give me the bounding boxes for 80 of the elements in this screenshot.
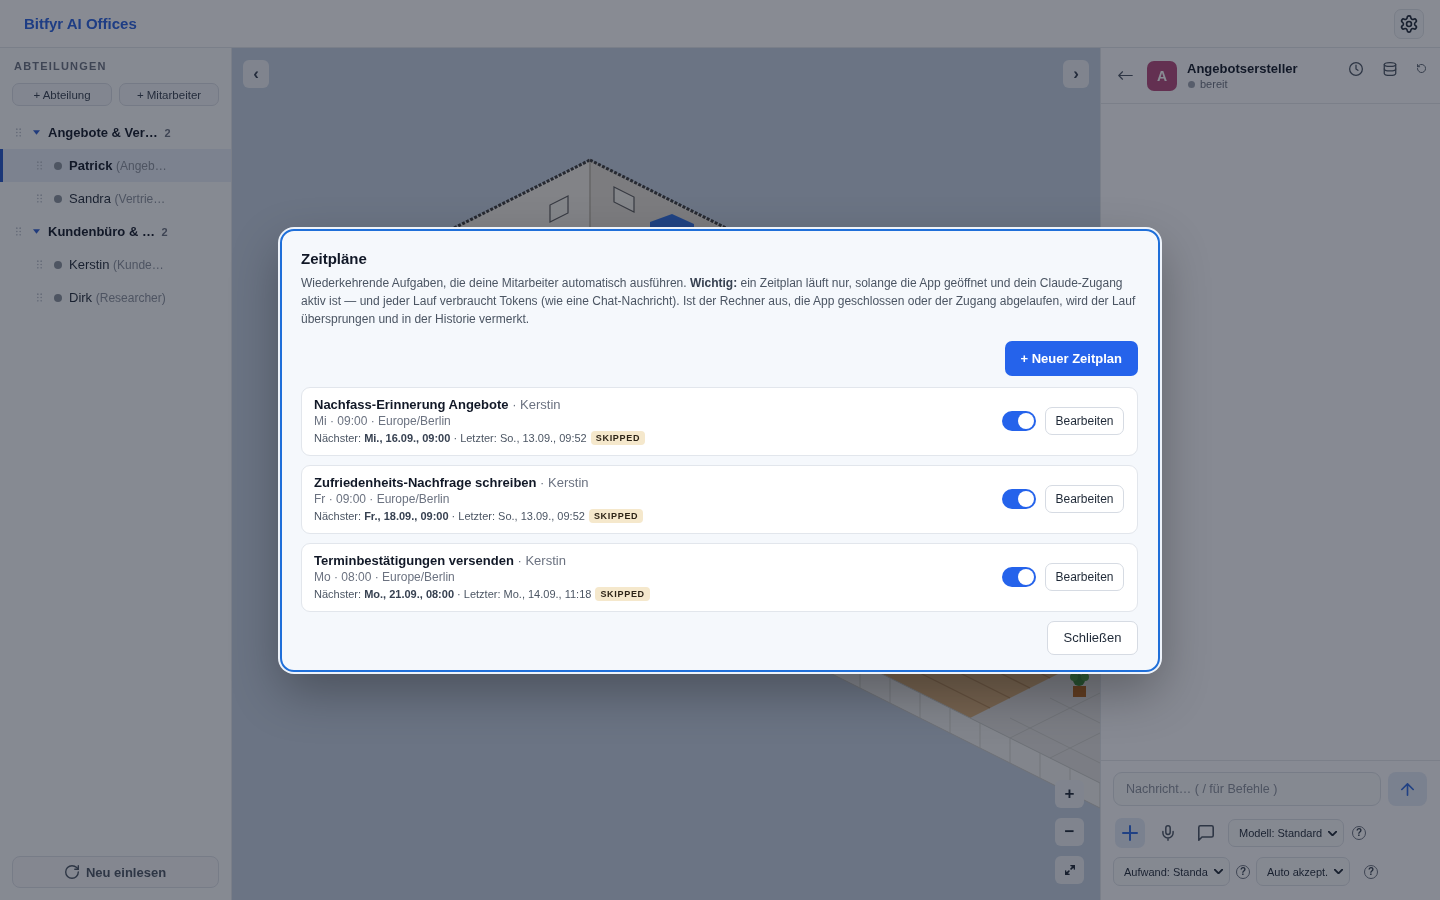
enable-toggle[interactable] — [1002, 567, 1036, 587]
settings-icon — [1400, 14, 1418, 33]
dialog-description: Wiederkehrende Aufgaben, die deine Mitarbeiter automatisch ausführen. Wichtig: ein Zeitplan läuft nur, solange die App geöffnet und dein Claude-Zugang aktiv ist — und jeder Lauf verbraucht Tokens (wie eine Chat-Nachricht). Ist der Rechner aus, die App geschlossen oder der Zugang abgelaufen, wird der Lauf übersprungen und in der Historie vermerkt. — [301, 274, 1137, 328]
enable-toggle[interactable] — [1002, 411, 1036, 431]
zoom-in-button[interactable]: + — [1055, 780, 1084, 808]
potted-plant — [1070, 673, 1089, 697]
dialog-title: Zeitpläne — [301, 248, 368, 269]
section-heading: ABTEILUNGEN — [13, 59, 108, 73]
chevron-down-icon — [1334, 869, 1343, 874]
new-schedule-button[interactable]: + Neuer Zeitplan — [1004, 340, 1138, 376]
close-button[interactable]: Schließen — [1047, 620, 1138, 655]
schedule-time: Mo · 08:00 · Europe/Berlin — [314, 568, 456, 585]
schedule-title: Zufriedenheits-Nachfrage schreiben · Kerstin — [314, 473, 590, 491]
settings-button[interactable] — [1394, 8, 1424, 39]
fit-view-button[interactable] — [1055, 856, 1084, 884]
drag-handle-icon — [37, 194, 42, 203]
send-button[interactable] — [1388, 772, 1427, 806]
enable-toggle[interactable] — [1002, 489, 1036, 509]
help-button[interactable]: ? — [1236, 864, 1250, 879]
agent-avatar: A — [1147, 60, 1177, 91]
expand-icon — [1064, 865, 1075, 875]
status-dot-icon — [54, 161, 62, 170]
reload-button[interactable]: Neu einlesen — [12, 856, 219, 888]
add-button[interactable] — [1115, 818, 1145, 848]
status-dot-icon — [1188, 80, 1195, 88]
model-select[interactable]: Modell: Standard — [1228, 819, 1344, 847]
refresh-icon — [64, 865, 79, 879]
history-button[interactable] — [1349, 61, 1363, 76]
agent-status: bereit — [1200, 78, 1228, 90]
database-button[interactable] — [1383, 61, 1397, 76]
employee-item[interactable]: Sandra (Vertrie… — [0, 182, 231, 215]
refresh-icon — [1417, 64, 1426, 73]
status-badge: SKIPPED — [590, 430, 646, 445]
chevron-down-icon — [1214, 869, 1223, 874]
schedule-title: Terminbestätigungen versenden · Kerstin — [314, 551, 567, 569]
status-dot-icon — [54, 194, 62, 203]
schedule-runs: Nächster: Mi., 16.09., 09:00 · Letzter: So., 13.09., 09:52 — [314, 431, 587, 444]
wall-picture — [549, 195, 569, 223]
app-title: Bitfyr AI Offices — [24, 15, 137, 32]
department-item[interactable]: Angebote & Ver… 2 — [0, 116, 231, 149]
back-arrow-icon — [1118, 71, 1133, 80]
back-button[interactable] — [1118, 71, 1133, 80]
status-badge: SKIPPED — [595, 586, 650, 601]
microphone-icon — [1160, 825, 1176, 841]
schedule-runs: Nächster: Fr., 18.09., 09:00 · Letzter: So., 13.09., 09:52 — [314, 509, 585, 522]
edit-button[interactable]: Bearbeiten — [1045, 563, 1124, 591]
drag-handle-icon — [37, 260, 42, 269]
help-button[interactable]: ? — [1364, 864, 1378, 879]
effort-select[interactable]: Aufwand: Standa — [1113, 857, 1230, 886]
chat-bubble-icon — [1198, 825, 1214, 841]
status-dot-icon — [54, 260, 62, 269]
add-employee-button[interactable]: + Mitarbeiter — [119, 83, 219, 106]
schedule-time: Mi · 09:00 · Europe/Berlin — [314, 412, 452, 429]
schedule-runs: Nächster: Mo., 21.09., 08:00 · Letzter: Mo., 14.09., 11:18 — [314, 587, 592, 600]
status-dot-icon — [54, 293, 62, 302]
wall-picture — [613, 186, 635, 213]
help-button[interactable]: ? — [1352, 826, 1366, 840]
schedule-time: Fr · 09:00 · Europe/Berlin — [314, 490, 451, 507]
agent-name: Angebotsersteller — [1187, 61, 1298, 77]
employee-item[interactable]: Dirk (Researcher) — [0, 281, 231, 314]
zoom-out-button[interactable]: − — [1055, 818, 1084, 846]
drag-handle-icon — [16, 227, 21, 236]
status-badge: SKIPPED — [588, 508, 644, 523]
previous-button[interactable]: ‹ — [243, 60, 269, 88]
next-button[interactable]: › — [1063, 60, 1089, 88]
employee-item[interactable]: Kerstin (Kunde… — [0, 248, 231, 281]
add-department-button[interactable]: + Abteilung — [12, 83, 112, 106]
database-icon — [1383, 61, 1397, 76]
plus-icon — [1122, 825, 1138, 841]
department-item[interactable]: Kundenbüro & … 2 — [0, 215, 231, 248]
reset-button[interactable] — [1417, 64, 1426, 73]
chevron-down-icon — [1328, 830, 1337, 836]
approval-select[interactable]: Auto akzept. — [1256, 857, 1350, 886]
edit-button[interactable]: Bearbeiten — [1045, 407, 1124, 435]
clock-icon — [1349, 61, 1363, 76]
schedule-title: Nachfass-Erinnerung Angebote · Kerstin — [314, 395, 562, 413]
drag-handle-icon — [37, 293, 42, 302]
arrow-up-icon — [1401, 782, 1414, 796]
drag-handle-icon — [16, 128, 21, 137]
edit-button[interactable]: Bearbeiten — [1045, 485, 1124, 513]
